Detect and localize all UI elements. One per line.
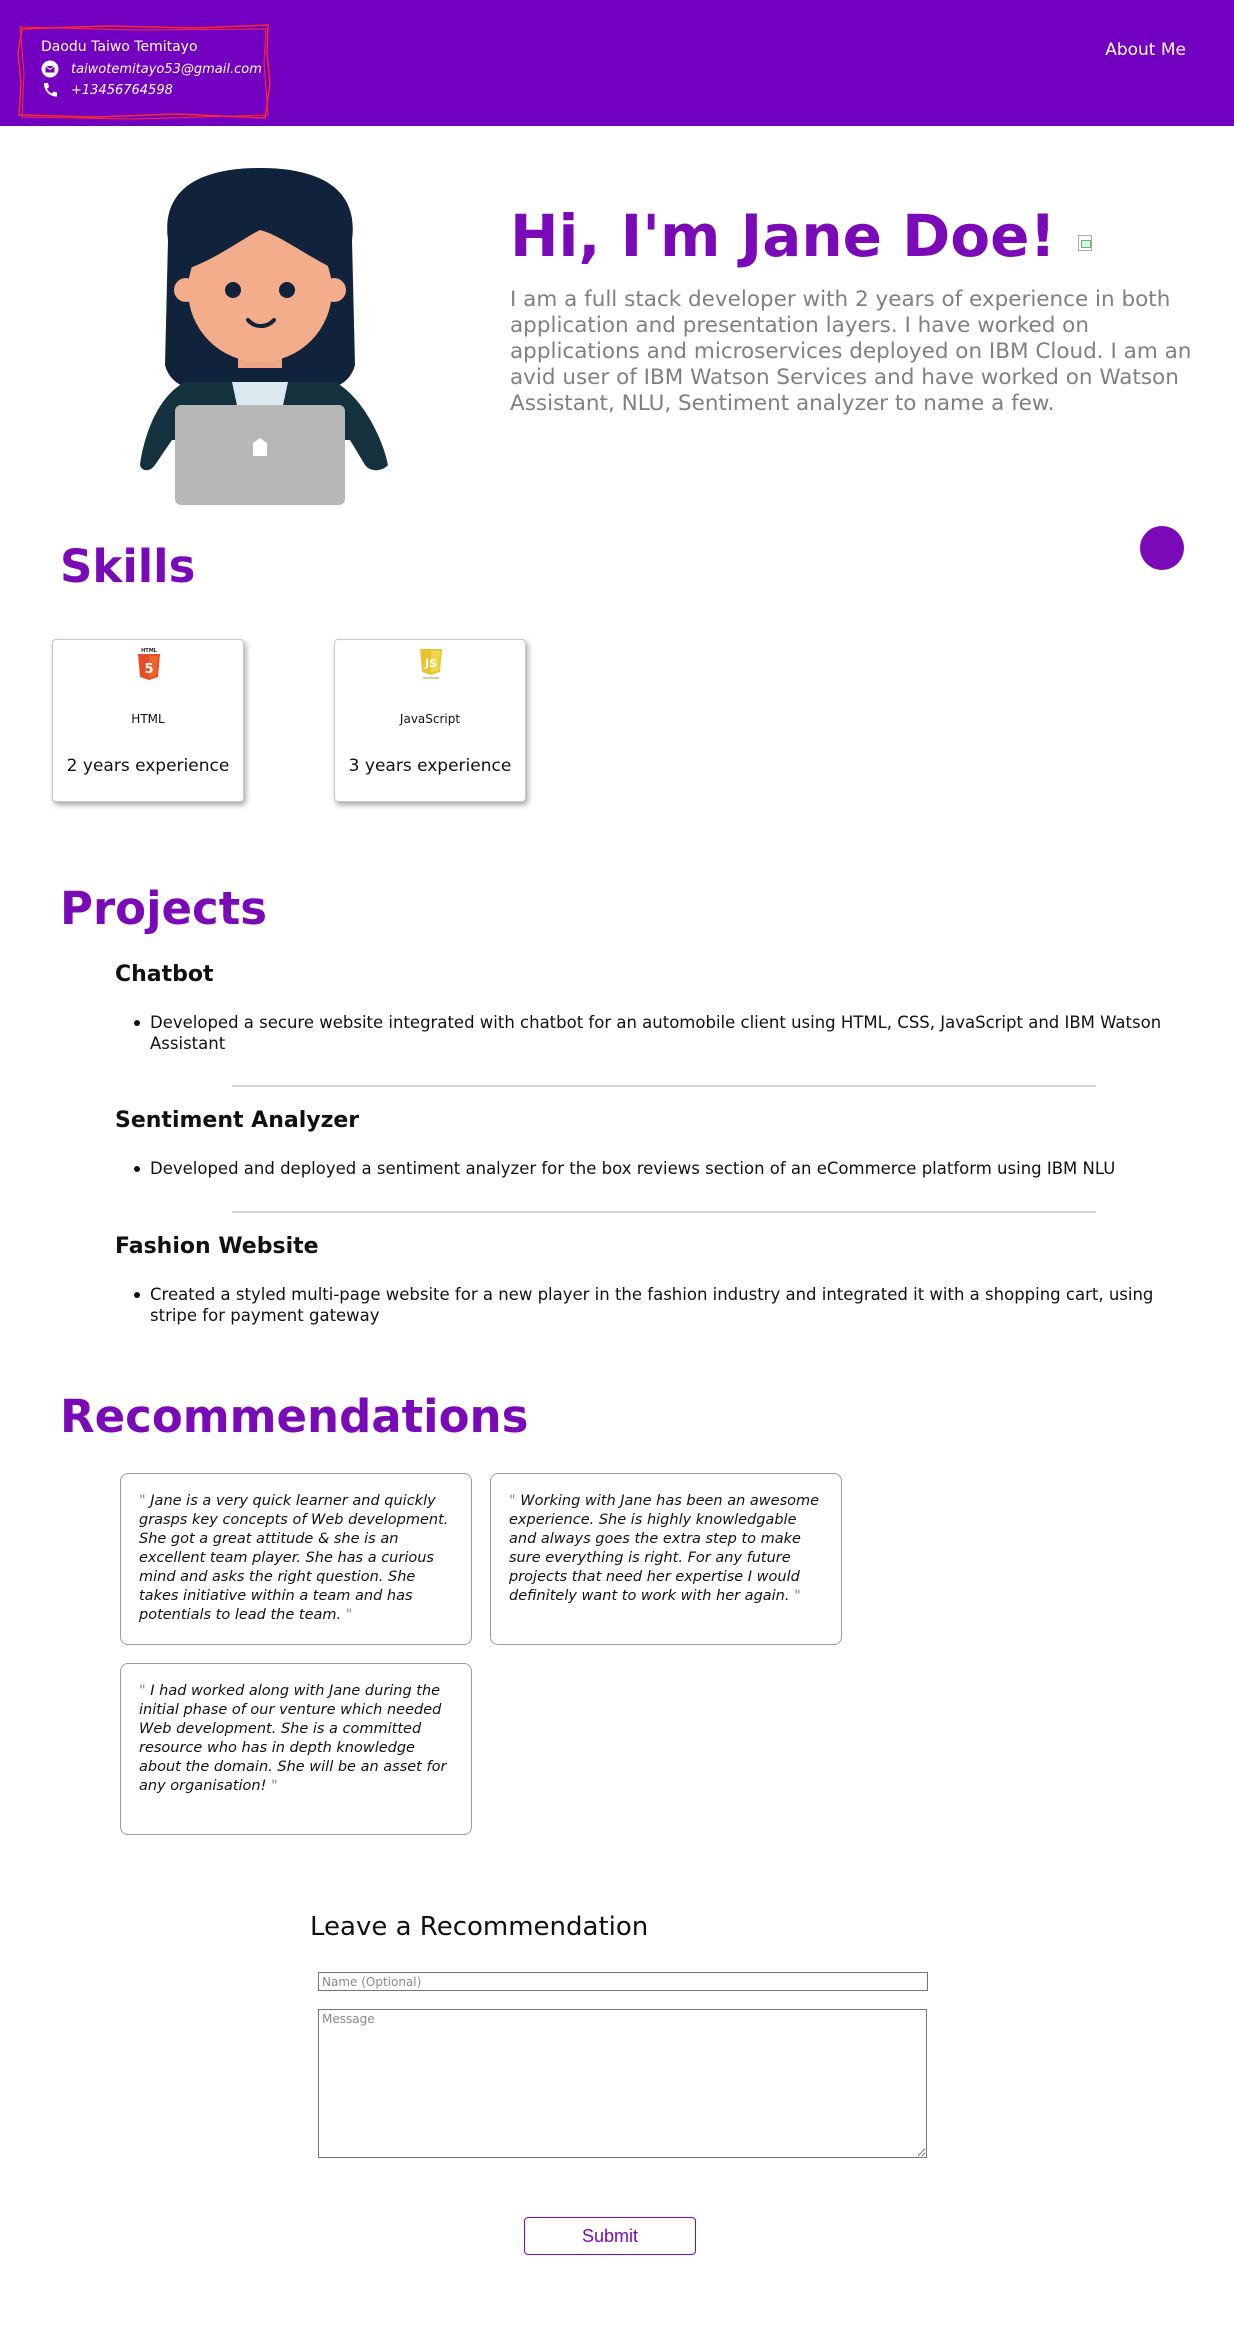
svg-text:5: 5 xyxy=(144,662,153,677)
contact-email[interactable]: taiwotemitayo53@gmail.com xyxy=(71,62,262,77)
js-icon: JS xyxy=(420,649,442,679)
contact-card: Daodu Taiwo Temitayo taiwotemitayo53@gma… xyxy=(16,23,272,121)
project-title: Sentiment Analyzer xyxy=(115,1108,360,1133)
skill-name: HTML xyxy=(131,712,165,726)
form-title: Leave a Recommendation xyxy=(310,1912,649,1942)
submit-button[interactable]: Submit xyxy=(524,2217,696,2255)
projects-heading: Projects xyxy=(60,882,268,935)
skill-experience: 2 years experience xyxy=(66,756,230,776)
project-description: Developed and deployed a sentiment analy… xyxy=(134,1158,1190,1179)
project-title: Fashion Website xyxy=(115,1234,319,1259)
html5-icon: HTML 5 xyxy=(138,648,160,680)
quote-mark: " xyxy=(794,1588,801,1604)
floating-action-button[interactable] xyxy=(1140,526,1184,570)
contact-name: Daodu Taiwo Temitayo xyxy=(41,39,198,55)
recommendations-heading: Recommendations xyxy=(60,1390,529,1443)
phone-icon xyxy=(41,81,59,99)
recommendation-card: " Jane is a very quick learner and quick… xyxy=(120,1473,472,1645)
skill-card-javascript: JS JavaScript 3 years experience xyxy=(334,639,526,802)
message-textarea[interactable] xyxy=(318,2009,927,2158)
project-divider xyxy=(232,1211,1096,1213)
quote-mark: " xyxy=(271,1778,278,1794)
contact-phone[interactable]: +13456764598 xyxy=(71,83,173,98)
broken-image-icon xyxy=(1077,235,1092,251)
nav-about-me-link[interactable]: About Me xyxy=(1105,40,1186,60)
avatar-illustration xyxy=(120,160,400,505)
skill-experience: 3 years experience xyxy=(348,756,512,776)
contact-email-row[interactable]: taiwotemitayo53@gmail.com xyxy=(41,60,262,78)
svg-text:JS: JS xyxy=(424,657,437,670)
project-title: Chatbot xyxy=(115,962,214,987)
quote-mark: " xyxy=(345,1607,353,1623)
skills-heading: Skills xyxy=(60,540,196,593)
hero-title: Hi, I'm Jane Doe! xyxy=(510,202,1092,270)
email-icon xyxy=(41,60,59,78)
top-bar: Daodu Taiwo Temitayo taiwotemitayo53@gma… xyxy=(0,0,1234,126)
project-description: Developed a secure website integrated wi… xyxy=(134,1012,1190,1054)
recommendation-text: Jane is a very quick learner and quickly… xyxy=(139,1493,449,1623)
quote-mark: " xyxy=(139,1493,146,1509)
contact-phone-row[interactable]: +13456764598 xyxy=(41,81,173,99)
recommendation-card: " Working with Jane has been an awesome … xyxy=(490,1473,842,1645)
project-divider xyxy=(232,1085,1096,1087)
skill-card-html: HTML 5 HTML 2 years experience xyxy=(52,639,244,802)
quote-mark: " xyxy=(139,1683,146,1699)
quote-mark: " xyxy=(509,1493,516,1509)
hero-intro: I am a full stack developer with 2 years… xyxy=(510,287,1192,416)
recommendation-card: " I had worked along with Jane during th… xyxy=(120,1663,472,1835)
project-description: Created a styled multi-page website for … xyxy=(134,1284,1190,1326)
hero-title-text: Hi, I'm Jane Doe! xyxy=(510,202,1056,270)
recommendation-text: Working with Jane has been an awesome ex… xyxy=(509,1493,820,1604)
skill-name: JavaScript xyxy=(399,712,461,726)
name-input[interactable] xyxy=(318,1972,928,1991)
recommendation-text: I had worked along with Jane during the … xyxy=(139,1683,447,1794)
svg-text:HTML: HTML xyxy=(141,648,158,654)
